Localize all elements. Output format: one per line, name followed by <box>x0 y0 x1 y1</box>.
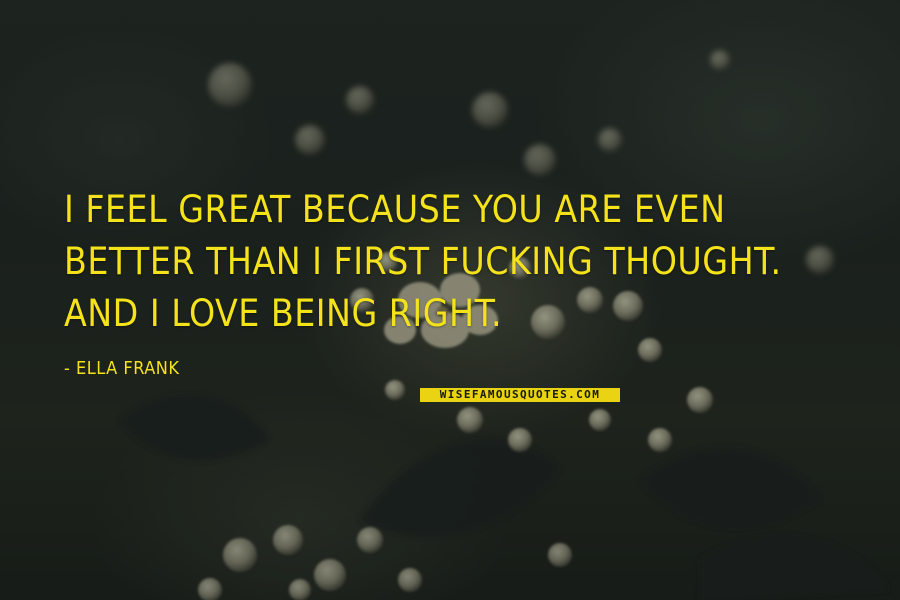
watermark-logo: WISEFAMOUSQUOTES.COM <box>420 388 620 402</box>
quote-text: I FEEL GREAT BECAUSE YOU ARE EVEN BETTER… <box>64 188 782 335</box>
quote-author: - ELLA FRANK <box>64 358 180 379</box>
quote-image: I FEEL GREAT BECAUSE YOU ARE EVEN BETTER… <box>0 0 900 600</box>
